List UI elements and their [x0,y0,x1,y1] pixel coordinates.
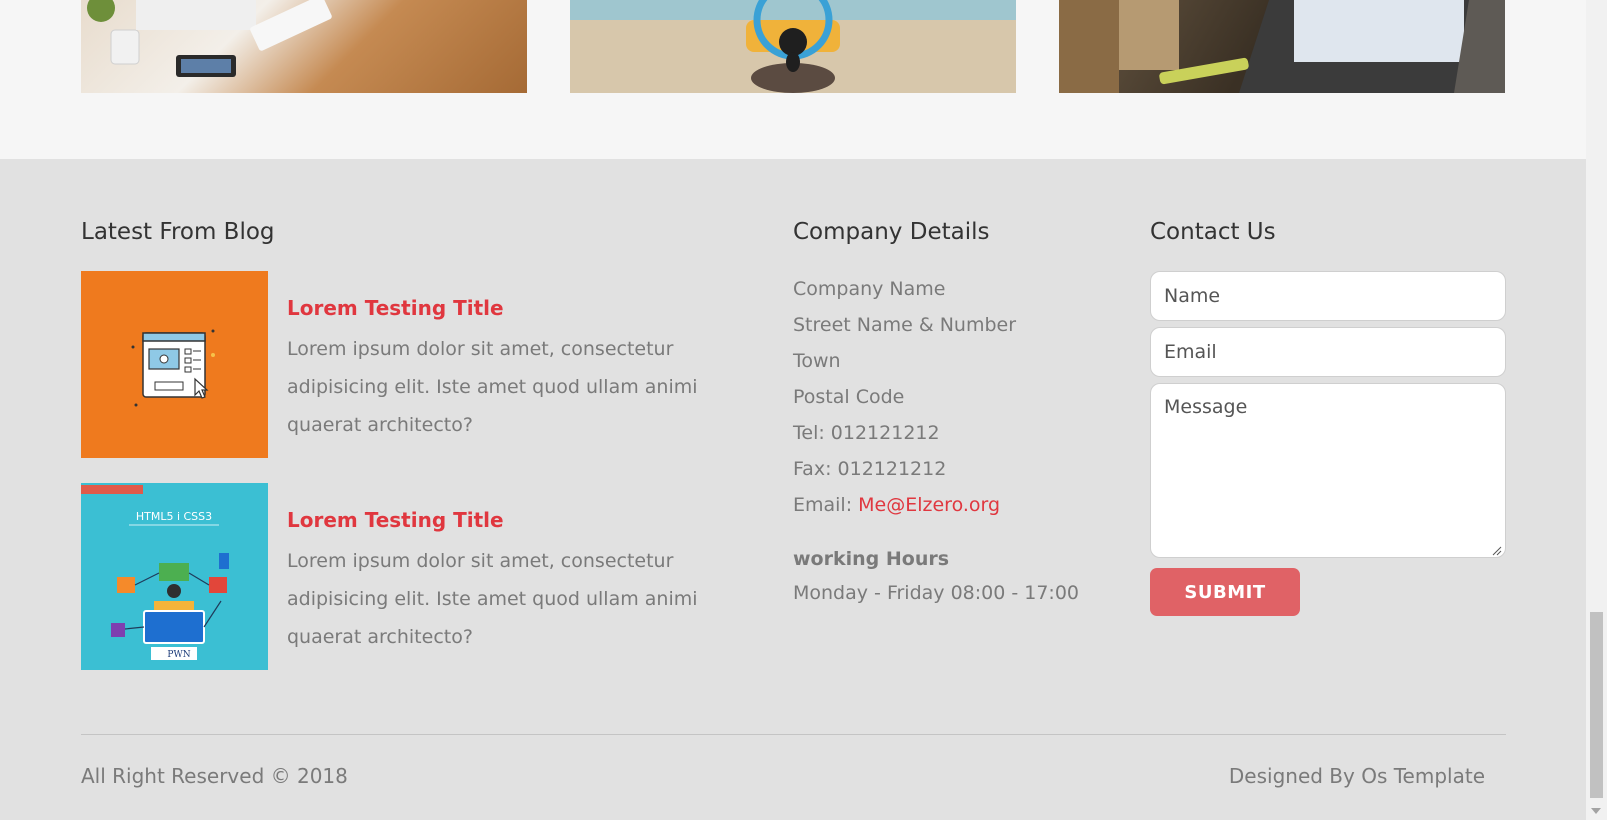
browser-cursor-icon [131,329,215,407]
gallery-image-workspace [570,0,1016,93]
gallery-section [0,0,1586,159]
designer-credit: Designed By Os Template [1228,764,1485,788]
publisher-name: PWN [167,650,190,660]
company-street: Street Name & Number [793,314,1017,336]
company-name: Company Name [793,278,946,300]
company-tel: Tel: 012121212 [793,422,940,444]
blog-thumb-book-cover[interactable]: HTML5 i CSS3 PWN [81,483,268,670]
resize-grip-icon[interactable] [1490,544,1502,556]
page: Latest From Blog Lorem Testing Title Lor… [0,0,1586,820]
company-postal: Postal Code [793,386,905,408]
scroll-down-arrow-icon[interactable] [1591,808,1601,814]
name-input[interactable] [1150,271,1506,321]
blog-post-excerpt: Lorem ipsum dolor sit amet, consectetur … [287,550,698,648]
blog-thumb-web-design[interactable] [81,271,268,458]
book-title: HTML5 i CSS3 [136,510,212,523]
page-scrollbar[interactable] [1586,0,1607,820]
copyright-text: All Right Reserved © 2018 [81,764,348,788]
company-town: Town [793,350,841,372]
blog-post-excerpt: Lorem ipsum dolor sit amet, consectetur … [287,338,698,436]
email-input[interactable] [1150,327,1506,377]
email-label: Email: [793,494,859,516]
blog-post-title[interactable]: Lorem Testing Title [287,508,504,532]
message-textarea[interactable] [1150,383,1506,558]
company-email: Email: Me@Elzero.org [793,494,1000,516]
gallery-image-desk [81,0,527,93]
blog-post-title[interactable]: Lorem Testing Title [287,296,504,320]
company-heading: Company Details [793,219,990,245]
contact-heading: Contact Us [1150,219,1276,245]
working-hours: Monday - Friday 08:00 - 17:00 [793,582,1080,604]
working-hours-title: working Hours [793,548,950,570]
scrollbar-thumb[interactable] [1590,612,1603,798]
submit-button[interactable]: SUBMIT [1150,568,1300,616]
gallery-image-laptop [1059,0,1505,93]
email-link[interactable]: Me@Elzero.org [858,494,1000,516]
company-fax: Fax: 012121212 [793,458,947,480]
footer-divider [81,734,1506,735]
blog-heading: Latest From Blog [81,219,275,245]
